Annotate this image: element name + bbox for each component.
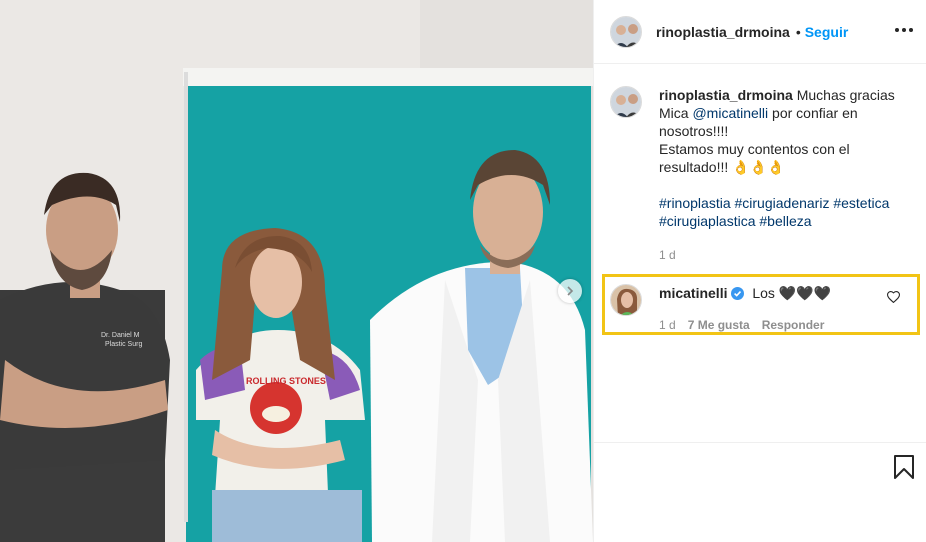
svg-text:Dr. Daniel M: Dr. Daniel M — [101, 332, 140, 339]
comment-timestamp[interactable]: 1 d — [659, 316, 676, 334]
caption-text: rinoplastia_drmoina Muchas gracias Mica … — [659, 86, 915, 264]
commenter-username[interactable]: micatinelli — [659, 285, 727, 301]
next-photo-button[interactable] — [558, 279, 582, 303]
hashtag-link[interactable]: #belleza — [759, 213, 811, 229]
next-arrow-icon — [567, 286, 574, 296]
separator-dot: • — [795, 23, 801, 40]
reply-button[interactable]: Responder — [762, 316, 825, 334]
mention-link[interactable]: @micatinelli — [692, 105, 768, 121]
bookmark-icon[interactable] — [893, 455, 915, 479]
avatar-image — [611, 87, 641, 117]
hashtag-link[interactable]: #cirugiadenariz — [735, 195, 830, 211]
commenter-avatar[interactable] — [610, 284, 642, 316]
post-photo[interactable]: Dr. Daniel M Plastic Surg ROLLING STONES — [0, 0, 593, 542]
avatar-image — [611, 285, 641, 315]
svg-text:Plastic Surg: Plastic Surg — [105, 341, 142, 348]
hashtag-link[interactable]: #cirugiaplastica — [659, 213, 756, 229]
comment-item: micatinelli Los 🖤🖤🖤 1 d 7 Me gusta Respo… — [610, 284, 915, 334]
post-caption: rinoplastia_drmoina Muchas gracias Mica … — [610, 86, 915, 264]
post-actions — [594, 442, 926, 542]
comment-body: Los 🖤🖤🖤 — [752, 285, 832, 301]
post-side-panel: rinoplastia_drmoina • Seguir rinoplastia… — [593, 0, 926, 542]
svg-text:ROLLING STONES: ROLLING STONES — [246, 376, 326, 386]
verified-icon — [731, 287, 745, 300]
hashtag-list: #rinoplastia #cirugiadenariz #estetica #… — [659, 194, 915, 230]
follow-button[interactable]: Seguir — [805, 24, 849, 40]
comment-meta: 1 d 7 Me gusta Responder — [659, 316, 879, 334]
author-username[interactable]: rinoplastia_drmoina — [656, 24, 790, 40]
comment-likes[interactable]: 7 Me gusta — [688, 316, 750, 334]
post-header: rinoplastia_drmoina • Seguir — [594, 0, 926, 64]
author-avatar[interactable] — [610, 15, 642, 48]
photo-image: Dr. Daniel M Plastic Surg ROLLING STONES — [0, 0, 593, 542]
avatar-image — [611, 16, 641, 47]
hashtag-link[interactable]: #rinoplastia — [659, 195, 731, 211]
more-options-icon[interactable] — [895, 20, 913, 40]
caption-author[interactable]: rinoplastia_drmoina — [659, 87, 793, 103]
hashtag-link[interactable]: #estetica — [833, 195, 889, 211]
heart-icon[interactable] — [887, 291, 900, 303]
comment-text: micatinelli Los 🖤🖤🖤 1 d 7 Me gusta Respo… — [659, 284, 879, 334]
caption-author-avatar[interactable] — [610, 86, 642, 118]
caption-timestamp[interactable]: 1 d — [659, 246, 915, 264]
caption-line2: Estamos muy contentos con el resultado!!… — [659, 141, 850, 175]
